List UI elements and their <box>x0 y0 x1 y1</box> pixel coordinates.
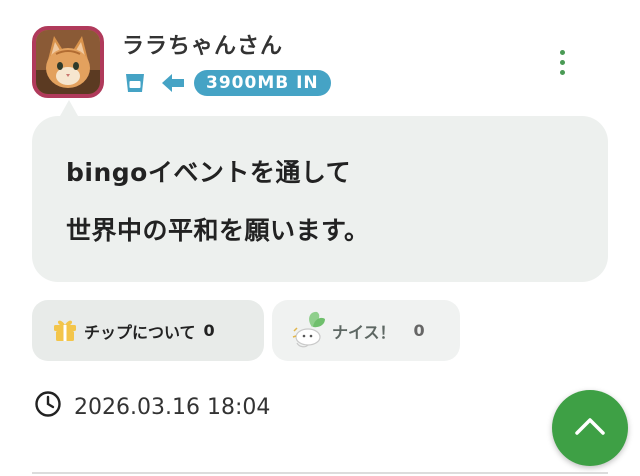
bubble-tail <box>60 100 78 116</box>
transfer-badge-row: 3900MB IN <box>122 68 331 98</box>
chevron-up-icon <box>573 415 607 441</box>
clock-icon <box>34 390 62 424</box>
tip-label: チップについて <box>84 322 196 342</box>
post-timestamp: 2026.03.16 18:04 <box>34 390 270 424</box>
author-avatar[interactable] <box>32 26 104 98</box>
scroll-top-button[interactable] <box>552 390 628 466</box>
transfer-badge: 3900MB IN <box>194 70 331 96</box>
gift-icon <box>52 316 78 346</box>
author-name[interactable]: ララちゃんさん <box>122 28 283 60</box>
cup-icon <box>122 70 148 96</box>
message-line: bingoイベントを通して <box>66 158 352 187</box>
message-line: 世界中の平和を願います。 <box>66 216 370 245</box>
cat-photo <box>36 30 100 94</box>
timestamp-text: 2026.03.16 18:04 <box>74 394 271 420</box>
more-vertical-icon <box>559 49 565 55</box>
more-menu-button[interactable] <box>546 44 578 80</box>
tip-button[interactable]: チップについて 0 <box>32 300 264 361</box>
message-bubble: bingoイベントを通して 世界中の平和を願います。 <box>32 116 608 282</box>
nice-label: ナイス！ <box>332 322 396 342</box>
nice-count: 0 <box>413 321 425 340</box>
divider <box>32 472 608 474</box>
arrow-left-icon <box>160 70 186 96</box>
nice-character-icon <box>290 309 328 353</box>
tip-count: 0 <box>203 321 215 340</box>
nice-button[interactable]: ナイス！ 0 <box>272 300 460 361</box>
